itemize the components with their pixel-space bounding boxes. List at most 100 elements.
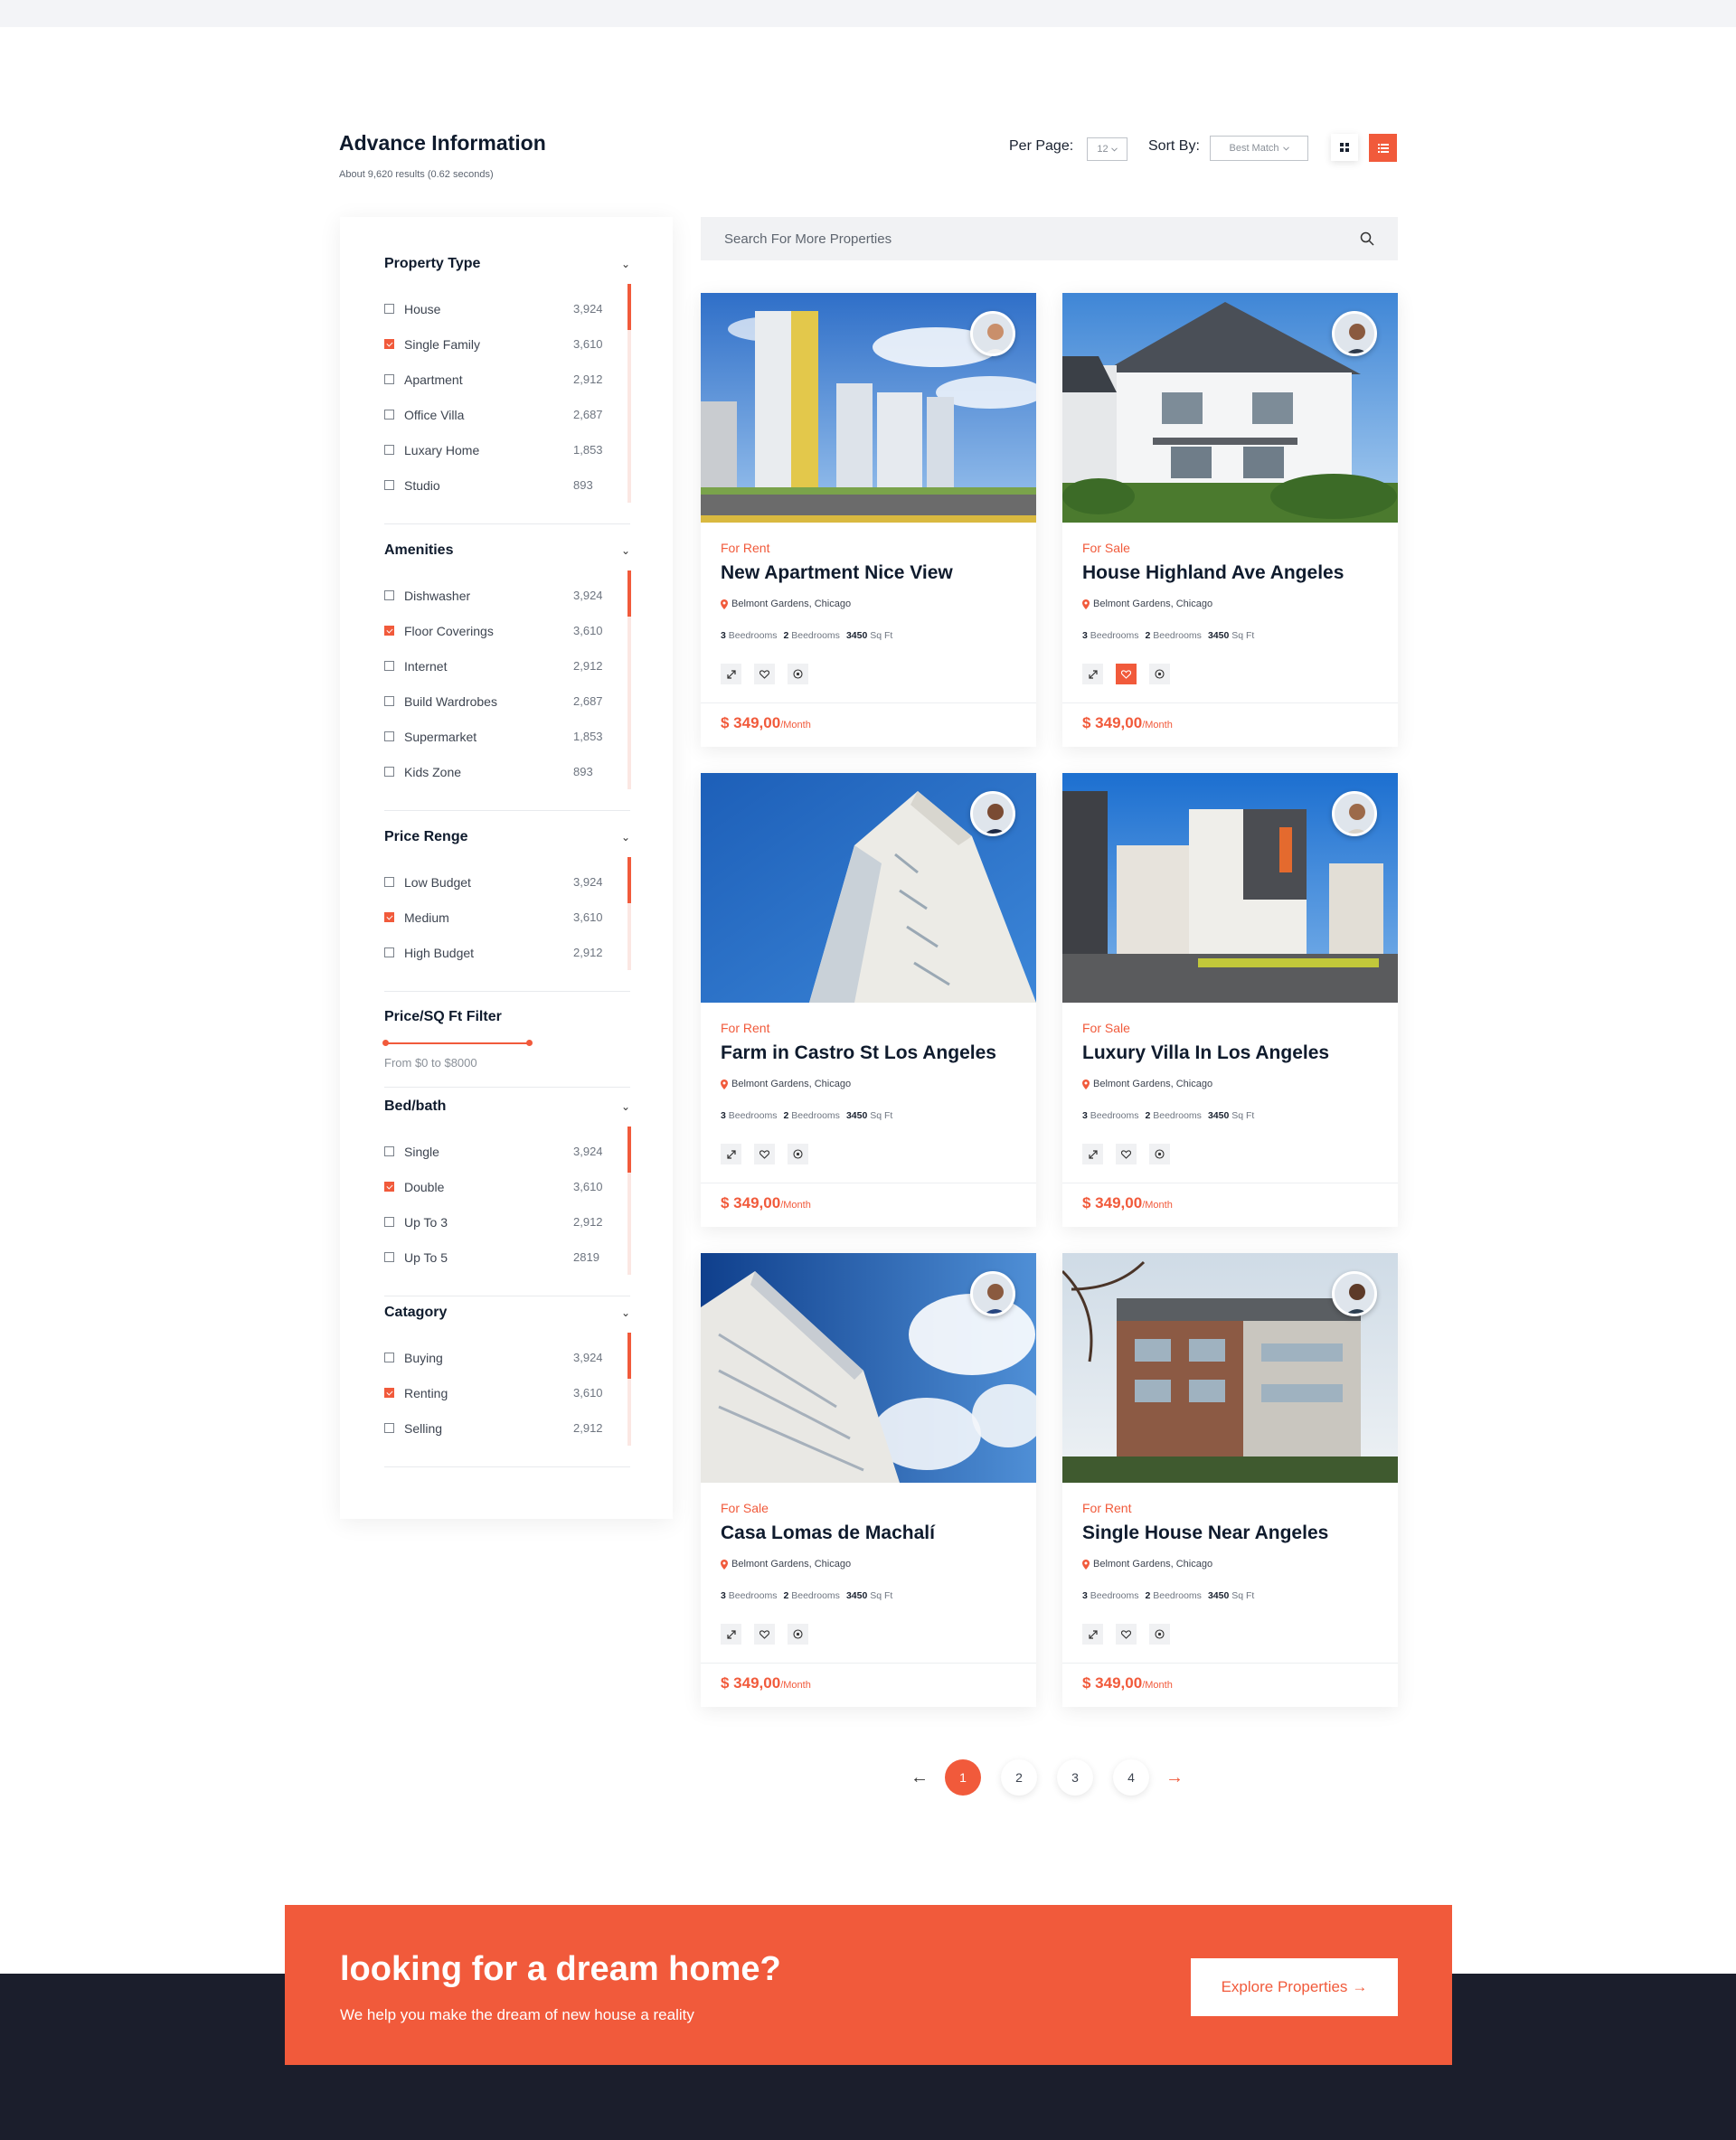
filter-option[interactable]: Dishwasher 3,924 (384, 578, 630, 613)
checkbox[interactable] (384, 304, 394, 314)
agent-avatar[interactable] (1332, 791, 1377, 836)
filter-option[interactable]: Up To 3 2,912 (384, 1204, 630, 1240)
checkbox[interactable] (384, 410, 394, 420)
grid-view-button[interactable] (1331, 134, 1358, 161)
checkbox[interactable] (384, 912, 394, 922)
listing-title[interactable]: Farm in Castro St Los Angeles (721, 1042, 996, 1064)
filter-option[interactable]: House 3,924 (384, 291, 630, 326)
prev-page-arrow[interactable]: ← (904, 1768, 935, 1788)
filter-scrollbar[interactable] (627, 1127, 631, 1275)
expand-button[interactable] (721, 664, 741, 684)
filter-option[interactable]: Medium 3,610 (384, 900, 630, 935)
filter-option[interactable]: Apartment 2,912 (384, 362, 630, 397)
compare-button[interactable] (1149, 1144, 1170, 1164)
compare-button[interactable] (788, 664, 808, 684)
price-range-max-handle[interactable] (526, 1040, 533, 1046)
checkbox[interactable] (384, 1146, 394, 1156)
expand-button[interactable] (1082, 1624, 1103, 1645)
filter-option[interactable]: Double 3,610 (384, 1169, 630, 1204)
filter-option[interactable]: High Budget 2,912 (384, 935, 630, 970)
checkbox[interactable] (384, 696, 394, 706)
property-image[interactable] (701, 293, 1036, 523)
checkbox[interactable] (384, 339, 394, 349)
compare-button[interactable] (788, 1144, 808, 1164)
filter-scrollbar[interactable] (627, 284, 631, 503)
page-4-button[interactable]: 4 (1113, 1759, 1149, 1796)
filter-scrollbar[interactable] (627, 857, 631, 970)
scrollbar-thumb[interactable] (627, 570, 631, 617)
filter-option[interactable]: Internet 2,912 (384, 648, 630, 683)
agent-avatar[interactable] (970, 311, 1015, 356)
scrollbar-thumb[interactable] (627, 1333, 631, 1379)
compare-button[interactable] (1149, 1624, 1170, 1645)
filter-option[interactable]: Supermarket 1,853 (384, 719, 630, 754)
property-card[interactable]: For Sale Casa Lomas de Machalí Belmont Gar… (701, 1253, 1036, 1707)
filter-header[interactable]: Amenities ⌄ (384, 540, 630, 561)
checkbox[interactable] (384, 374, 394, 384)
search-icon[interactable] (1360, 231, 1374, 246)
filter-option[interactable]: Studio 893 (384, 467, 630, 503)
expand-button[interactable] (1082, 1144, 1103, 1164)
agent-avatar[interactable] (1332, 311, 1377, 356)
property-card[interactable]: For Rent Farm in Castro St Los Angeles Bel… (701, 773, 1036, 1227)
agent-avatar[interactable] (970, 791, 1015, 836)
property-image[interactable] (701, 773, 1036, 1003)
favorite-button[interactable] (1116, 664, 1137, 684)
filter-header[interactable]: Property Type ⌄ (384, 253, 630, 275)
listing-title[interactable]: House Highland Ave Angeles (1082, 562, 1344, 584)
scrollbar-thumb[interactable] (627, 284, 631, 330)
filter-option[interactable]: Single Family 3,610 (384, 326, 630, 362)
filter-option[interactable]: Buying 3,924 (384, 1340, 630, 1375)
chevron-down-icon[interactable]: ⌄ (621, 1306, 630, 1319)
chevron-down-icon[interactable]: ⌄ (621, 1100, 630, 1113)
filter-option[interactable]: Selling 2,912 (384, 1410, 630, 1446)
favorite-button[interactable] (754, 1144, 775, 1164)
agent-avatar[interactable] (1332, 1271, 1377, 1316)
sort-by-select[interactable]: Best Match (1210, 136, 1308, 161)
compare-button[interactable] (788, 1624, 808, 1645)
chevron-down-icon[interactable]: ⌄ (621, 831, 630, 844)
compare-button[interactable] (1149, 664, 1170, 684)
listing-title[interactable]: Luxury Villa In Los Angeles (1082, 1042, 1329, 1064)
property-image[interactable] (1062, 1253, 1398, 1483)
filter-header[interactable]: Price Renge ⌄ (384, 826, 630, 848)
expand-button[interactable] (721, 1144, 741, 1164)
checkbox[interactable] (384, 590, 394, 600)
listing-title[interactable]: Casa Lomas de Machalí (721, 1523, 935, 1544)
filter-option[interactable]: Kids Zone 893 (384, 754, 630, 789)
checkbox[interactable] (384, 1252, 394, 1262)
checkbox[interactable] (384, 480, 394, 490)
listing-title[interactable]: New Apartment Nice View (721, 562, 953, 584)
checkbox[interactable] (384, 626, 394, 636)
property-card[interactable]: For Sale House Highland Ave Angeles Belmon… (1062, 293, 1398, 747)
property-image[interactable] (1062, 773, 1398, 1003)
filter-option[interactable]: Renting 3,610 (384, 1375, 630, 1410)
filter-option[interactable]: Up To 5 2819 (384, 1240, 630, 1275)
checkbox[interactable] (384, 1353, 394, 1362)
favorite-button[interactable] (1116, 1624, 1137, 1645)
search-input[interactable] (724, 231, 1360, 247)
checkbox[interactable] (384, 1423, 394, 1433)
checkbox[interactable] (384, 1182, 394, 1192)
checkbox[interactable] (384, 1217, 394, 1227)
property-image[interactable] (701, 1253, 1036, 1483)
filter-header[interactable]: Bed/bath ⌄ (384, 1096, 630, 1117)
filter-option[interactable]: Floor Coverings 3,610 (384, 613, 630, 648)
checkbox[interactable] (384, 1388, 394, 1398)
price-range-min-handle[interactable] (382, 1040, 389, 1046)
page-1-button[interactable]: 1 (945, 1759, 981, 1796)
property-image[interactable] (1062, 293, 1398, 523)
page-3-button[interactable]: 3 (1057, 1759, 1093, 1796)
checkbox[interactable] (384, 661, 394, 671)
filter-option[interactable]: Build Wardrobes 2,687 (384, 683, 630, 719)
property-card[interactable]: For Rent New Apartment Nice View Belmont G… (701, 293, 1036, 747)
scrollbar-thumb[interactable] (627, 1127, 631, 1173)
expand-button[interactable] (721, 1624, 741, 1645)
checkbox[interactable] (384, 947, 394, 957)
next-page-arrow[interactable]: → (1159, 1768, 1190, 1788)
checkbox[interactable] (384, 877, 394, 887)
per-page-select[interactable]: 12 (1087, 137, 1127, 161)
filter-option[interactable]: Single 3,924 (384, 1134, 630, 1169)
checkbox[interactable] (384, 445, 394, 455)
filter-scrollbar[interactable] (627, 570, 631, 789)
